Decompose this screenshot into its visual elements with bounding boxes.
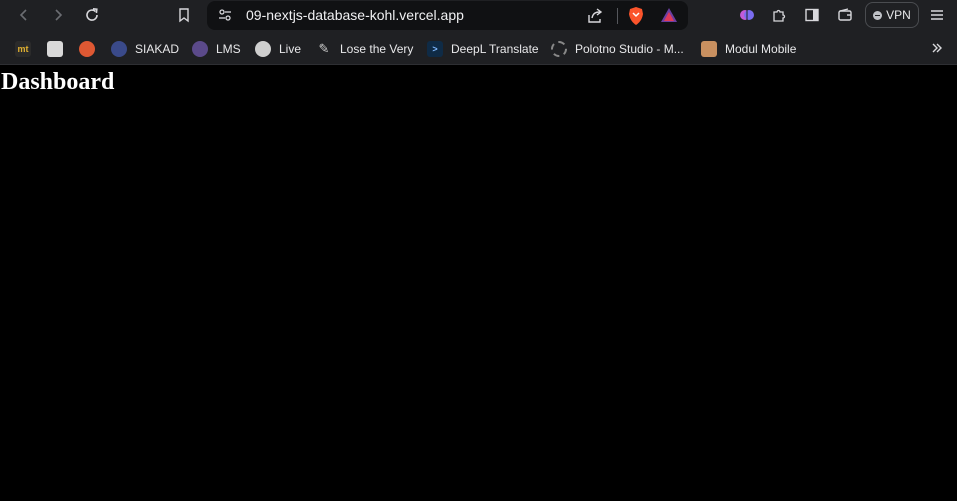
- address-bar[interactable]: 09-nextjs-database-kohl.vercel.app: [207, 1, 688, 30]
- bookmark-label: Lose the Very: [340, 42, 414, 56]
- bookmark-label: DeepL Translate: [451, 42, 539, 56]
- vpn-label: VPN: [886, 8, 911, 22]
- university-seal-icon: [111, 41, 127, 57]
- brain-icon: [740, 10, 754, 20]
- bookmark-label: LMS: [216, 42, 241, 56]
- bookmark-item[interactable]: [47, 40, 63, 58]
- bookmark-modul-mobile[interactable]: Modul Mobile: [701, 40, 796, 58]
- bookmark-live[interactable]: Live: [255, 40, 301, 58]
- wallet-button[interactable]: [832, 4, 858, 26]
- bookmark-polotno[interactable]: Polotno Studio - M...: [551, 40, 684, 58]
- vpn-status-icon: [873, 10, 883, 20]
- site-settings-icon[interactable]: [217, 7, 233, 23]
- menu-button[interactable]: [924, 4, 950, 26]
- bookmark-item[interactable]: mt: [15, 40, 31, 58]
- bookmark-label: Modul Mobile: [725, 42, 797, 56]
- university-seal-icon: [192, 41, 208, 57]
- url-text[interactable]: 09-nextjs-database-kohl.vercel.app: [246, 7, 464, 23]
- notes-icon: [47, 41, 63, 57]
- puzzle-icon: [773, 9, 786, 22]
- mt-icon: mt: [15, 41, 31, 57]
- hamburger-menu-icon: [931, 10, 943, 20]
- reload-icon: [86, 8, 98, 21]
- deepl-icon: >: [427, 41, 443, 57]
- bookmark-label: Live: [279, 42, 302, 56]
- vpn-button[interactable]: VPN: [865, 2, 919, 28]
- reload-button[interactable]: [79, 4, 105, 26]
- chevron-right-icon: [55, 9, 63, 21]
- modul-icon: [701, 41, 717, 57]
- bookmark-deepl[interactable]: > DeepL Translate: [427, 40, 539, 58]
- polotno-icon: [551, 41, 567, 57]
- brave-shields-icon[interactable]: [627, 6, 645, 26]
- pen-icon: ✎: [318, 41, 330, 56]
- bookmark-lose-the-very[interactable]: ✎ Lose the Very: [316, 40, 414, 58]
- bookmark-item[interactable]: [79, 40, 95, 58]
- wallet-icon: [838, 8, 852, 21]
- divider: [617, 8, 618, 24]
- sidebar-button[interactable]: [799, 4, 825, 26]
- forward-button[interactable]: [45, 4, 71, 26]
- back-button[interactable]: [11, 4, 37, 26]
- bookmark-lms[interactable]: LMS: [192, 40, 241, 58]
- double-chevron-right-icon[interactable]: [929, 40, 945, 56]
- bookmark-page-button[interactable]: [171, 4, 197, 26]
- live-icon: [255, 41, 271, 57]
- sidebar-icon: [805, 8, 819, 22]
- browser-toolbar: 09-nextjs-database-kohl.vercel.app VPN: [0, 0, 957, 33]
- duckduckgo-icon: [79, 41, 95, 57]
- leo-ai-button[interactable]: [734, 4, 760, 26]
- bookmark-label: SIAKAD: [135, 42, 180, 56]
- page-title: Dashboard: [1, 69, 115, 95]
- brave-rewards-icon[interactable]: [660, 6, 678, 24]
- share-icon[interactable]: [586, 7, 604, 25]
- page-viewport: Dashboard: [0, 66, 957, 501]
- chevron-left-icon: [19, 9, 27, 21]
- bookmark-siakad[interactable]: SIAKAD: [111, 40, 179, 58]
- extensions-button[interactable]: [766, 4, 792, 26]
- bookmark-label: Polotno Studio - M...: [575, 42, 684, 56]
- bookmark-icon: [179, 8, 189, 23]
- bookmarks-bar: mt SIAKAD LMS Live ✎ Lose the Very > Dee…: [0, 33, 957, 65]
